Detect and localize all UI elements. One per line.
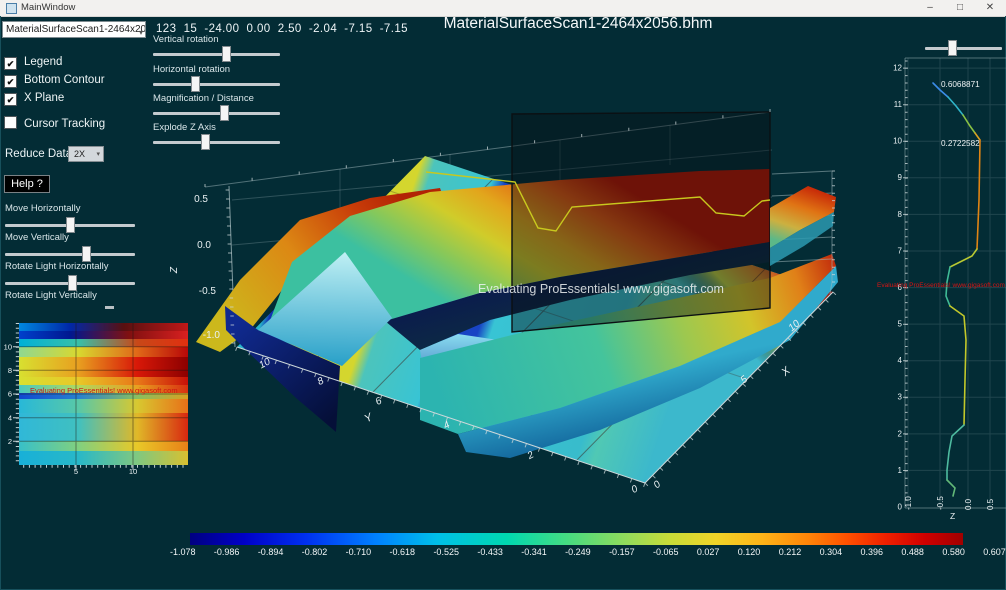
chevron-down-icon: ▾ <box>96 148 100 162</box>
x-cutting-plane <box>512 112 770 332</box>
rotate-light-vertically-slider[interactable] <box>105 306 114 309</box>
minimap-y-tick: 10 <box>4 343 12 352</box>
checkbox-box: ✔ <box>4 57 17 70</box>
profile-y-tick: 1 <box>898 466 903 475</box>
bottom-contour-checkbox[interactable]: ✔Bottom Contour <box>4 70 105 88</box>
axis-minor-ticks <box>903 61 908 500</box>
y-tick-label: 6 <box>374 395 384 408</box>
watermark-right: Evaluating ProEssentials! www.gigasoft.c… <box>877 282 1006 289</box>
surface-plot-3d[interactable]: 0.5 0.0 -0.5 -1.0 Z 10 8 6 4 2 0 Y 0 5 1… <box>150 60 895 530</box>
file-selector-value: MaterialSurfaceScan1-2464x2056.bhm <box>6 24 146 35</box>
checkbox-box: ✔ <box>4 93 17 106</box>
profile-y-tick: 8 <box>898 210 903 219</box>
profile-y-tick: 5 <box>898 320 903 329</box>
profile-y-tick: 3 <box>898 393 903 402</box>
minimap-y-tick: 6 <box>8 390 12 399</box>
minimap-y-tick: 8 <box>8 366 12 375</box>
window-title: MainWindow <box>21 2 75 13</box>
rotate-light-horizontally-label: Rotate Light Horizontally <box>5 261 109 272</box>
profile-y-tick: 0 <box>898 503 903 512</box>
rotate-light-horizontally-slider[interactable] <box>5 275 135 291</box>
cursor-value-annotation: 0.6068871 <box>941 80 980 89</box>
profile-x-tick: -1.0 <box>904 496 913 510</box>
app-icon <box>6 3 17 14</box>
x-tick-label: 0 <box>652 479 664 491</box>
profile-y-tick: 2 <box>898 430 903 439</box>
chevron-down-icon: ▾ <box>139 25 143 38</box>
profile-x-tick: 0.0 <box>964 498 973 510</box>
profile-x-tick: -0.5 <box>936 496 945 510</box>
y-axis-label: Y <box>363 411 376 425</box>
page-title: MaterialSurfaceScan1-2464x2056.bhm <box>150 15 1006 33</box>
help-button[interactable]: Help ? <box>4 175 50 193</box>
check-icon: ✔ <box>7 59 15 69</box>
y-tick-label: 2 <box>525 449 536 462</box>
move-horizontally-label: Move Horizontally <box>5 203 81 214</box>
z-tick-label: 0.5 <box>194 194 208 205</box>
z-tick-label: -0.5 <box>199 286 217 297</box>
cursor-value-annotation: 0.2722582 <box>941 139 980 148</box>
file-selector-dropdown[interactable]: MaterialSurfaceScan1-2464x2056.bhm ▾ <box>2 21 146 38</box>
checkbox-box <box>4 116 17 129</box>
profile-y-tick: 4 <box>898 356 903 365</box>
x-axis-label: X <box>779 364 794 379</box>
profile-annotations: 0.6068871 0.2722582 <box>941 80 980 148</box>
move-vertically-slider[interactable] <box>5 246 135 262</box>
profile-x-tick: 0.5 <box>986 498 995 510</box>
profile-y-tick: 11 <box>894 100 903 109</box>
move-vertically-label: Move Vertically <box>5 232 69 243</box>
legend-checkbox[interactable]: ✔Legend <box>4 52 62 70</box>
checkbox-box: ✔ <box>4 75 17 88</box>
watermark-minimap: Evaluating ProEssentials! www.gigasoft.c… <box>30 386 178 395</box>
x-plane-checkbox[interactable]: ✔X Plane <box>4 88 64 106</box>
rotate-light-vertically-label: Rotate Light Vertically <box>5 290 97 301</box>
reduce-data-dropdown[interactable]: 2X ▾ <box>68 146 104 162</box>
move-horizontally-slider[interactable] <box>5 217 135 233</box>
close-button[interactable]: ✕ <box>976 0 1004 16</box>
watermark-surface: Evaluating ProEssentials! www.gigasoft.c… <box>478 282 724 296</box>
vertical-rotation-label: Vertical rotation <box>153 34 218 45</box>
minimap-y-tick: 2 <box>8 437 12 446</box>
cursor-tracking-checkbox[interactable]: Cursor Tracking <box>4 114 105 132</box>
maximize-button[interactable]: □ <box>946 0 974 16</box>
z-tick-label: 0.0 <box>197 240 211 251</box>
profile-y-tick: 10 <box>893 137 902 146</box>
color-scale-labels: -1.078-0.986 -0.894-0.802 -0.710-0.618 -… <box>170 547 1006 557</box>
check-icon: ✔ <box>7 77 15 87</box>
z-tick-label: -1.0 <box>203 330 221 341</box>
minimize-button[interactable]: – <box>916 0 944 16</box>
profile-y-tick: 12 <box>893 64 902 73</box>
minimap-y-tick: 4 <box>8 414 12 423</box>
profile-x-axis-label: Z <box>950 511 955 521</box>
main-window: MainWindow – □ ✕ MaterialSurfaceScan1-24… <box>0 0 1006 590</box>
reduce-data-label: Reduce Data <box>5 148 72 160</box>
z-axis-label: Z <box>169 266 180 274</box>
y-tick-label: 0 <box>630 483 640 496</box>
profile-y-tick: 7 <box>898 247 903 256</box>
contour-minimap: 10 8 6 4 2 5 10 Evaluating ProEssentials… <box>0 315 200 475</box>
profile-y-tick: 9 <box>898 173 903 182</box>
color-scale-bar <box>190 533 963 545</box>
check-icon: ✔ <box>7 95 15 105</box>
